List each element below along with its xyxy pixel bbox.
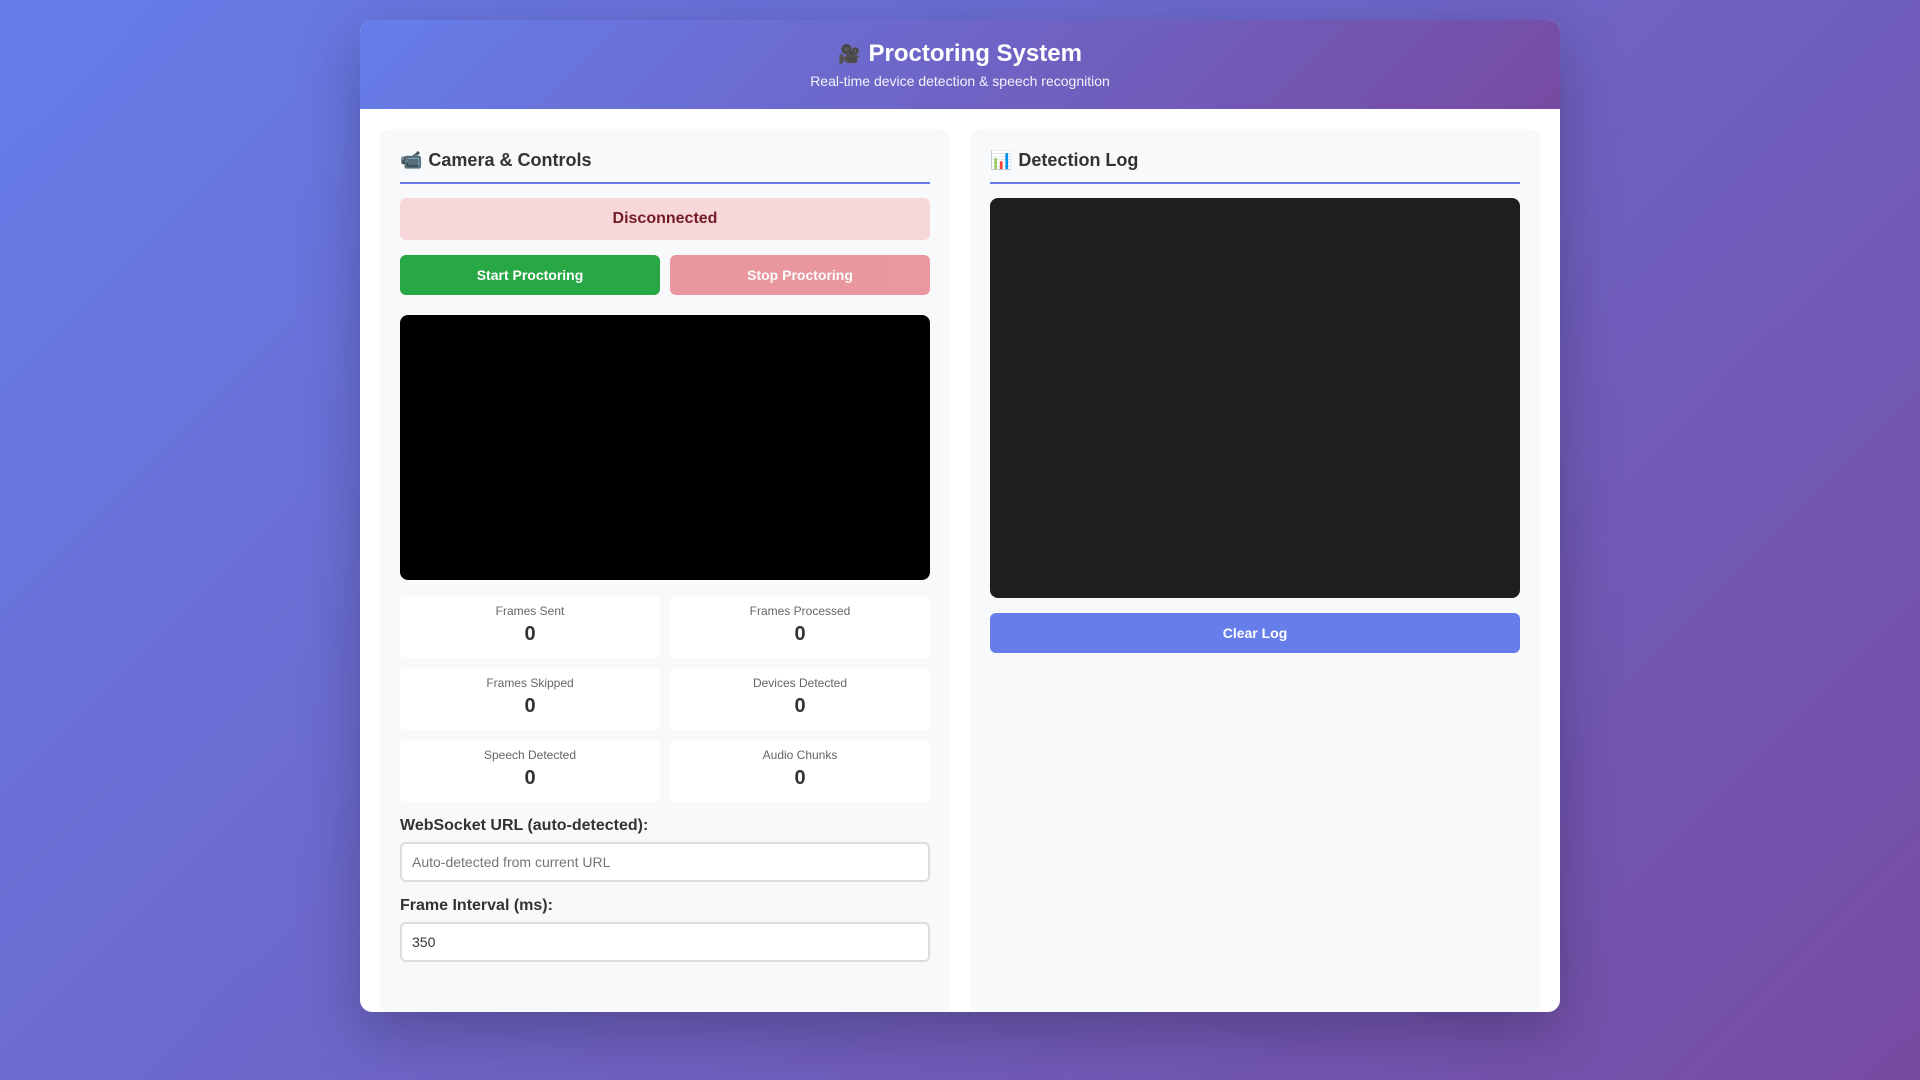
stat-value: 0 bbox=[524, 623, 536, 645]
stat-value: 0 bbox=[794, 695, 806, 717]
control-buttons: Start Proctoring Stop Proctoring bbox=[400, 255, 930, 295]
stop-proctoring-button[interactable]: Stop Proctoring bbox=[670, 255, 930, 295]
video-camera-icon: 🎥 bbox=[838, 44, 861, 64]
stat-label: Frames Processed bbox=[749, 604, 851, 618]
stat-frames-skipped: Frames Skipped 0 bbox=[400, 668, 660, 730]
camera-panel-title: Camera & Controls bbox=[428, 150, 592, 170]
detection-log-panel: 📊 Detection Log Clear Log bbox=[970, 129, 1540, 1012]
camera-controls-panel: 📹 Camera & Controls Disconnected Start P… bbox=[380, 129, 950, 1012]
stat-frames-sent: Frames Sent 0 bbox=[400, 596, 660, 658]
stat-audio-chunks: Audio Chunks 0 bbox=[670, 740, 930, 802]
stat-frames-processed: Frames Processed 0 bbox=[670, 596, 930, 658]
camcorder-icon: 📹 bbox=[400, 150, 423, 170]
stats-grid: Frames Sent 0 Frames Processed 0 Frames … bbox=[400, 596, 930, 802]
stat-value: 0 bbox=[524, 695, 536, 717]
camera-panel-heading: 📹 Camera & Controls bbox=[400, 149, 930, 184]
connection-status-badge: Disconnected bbox=[400, 198, 930, 240]
stat-label: Audio Chunks bbox=[762, 748, 838, 762]
app-container: 🎥 Proctoring System Real-time device det… bbox=[360, 20, 1560, 1012]
stat-value: 0 bbox=[794, 623, 806, 645]
stat-speech-detected: Speech Detected 0 bbox=[400, 740, 660, 802]
stat-label: Frames Sent bbox=[495, 604, 565, 618]
clear-log-button[interactable]: Clear Log bbox=[990, 613, 1520, 653]
log-panel-heading: 📊 Detection Log bbox=[990, 149, 1520, 184]
page-subtitle: Real-time device detection & speech reco… bbox=[810, 73, 1110, 89]
detection-log-output[interactable] bbox=[990, 198, 1520, 598]
stat-value: 0 bbox=[524, 767, 536, 789]
stat-devices-detected: Devices Detected 0 bbox=[670, 668, 930, 730]
stat-label: Frames Skipped bbox=[486, 676, 574, 690]
start-proctoring-button[interactable]: Start Proctoring bbox=[400, 255, 660, 295]
stat-value: 0 bbox=[794, 767, 806, 789]
page-title: 🎥 Proctoring System bbox=[360, 38, 1560, 70]
page-title-text: Proctoring System bbox=[868, 40, 1082, 67]
app-header: 🎥 Proctoring System Real-time device det… bbox=[360, 20, 1560, 109]
log-panel-title: Detection Log bbox=[1018, 150, 1139, 170]
websocket-url-input[interactable] bbox=[400, 842, 930, 882]
frame-interval-label: Frame Interval (ms): bbox=[400, 897, 553, 914]
bar-chart-icon: 📊 bbox=[990, 150, 1013, 170]
camera-video-feed bbox=[400, 315, 930, 580]
websocket-url-label: WebSocket URL (auto-detected): bbox=[400, 817, 649, 834]
stat-label: Devices Detected bbox=[752, 676, 848, 690]
frame-interval-input[interactable] bbox=[400, 922, 930, 962]
stat-label: Speech Detected bbox=[483, 748, 577, 762]
